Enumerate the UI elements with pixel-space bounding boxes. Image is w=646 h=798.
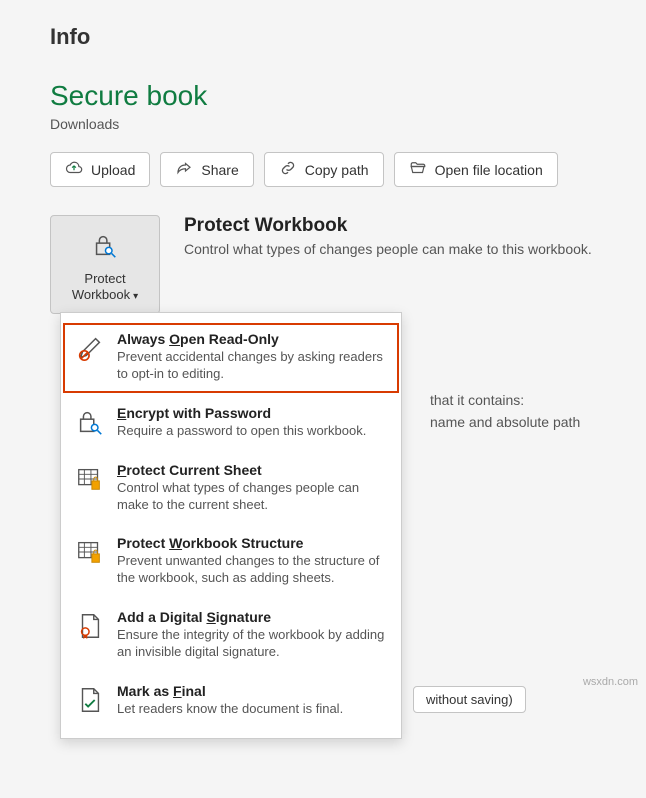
menu-item-title: Always Open Read-Only [117, 331, 387, 347]
lock-key-icon [90, 230, 120, 265]
page-title: Info [50, 24, 646, 50]
folder-open-icon [409, 159, 427, 180]
open-location-button[interactable]: Open file location [394, 152, 558, 187]
menu-item-mark-as-final[interactable]: Mark as Final Let readers know the docume… [61, 673, 401, 730]
background-text-1: that it contains: [430, 392, 524, 408]
share-label: Share [201, 162, 238, 178]
document-check-icon [75, 685, 105, 715]
menu-item-desc: Prevent accidental changes by asking rea… [117, 349, 387, 383]
open-location-label: Open file location [435, 162, 543, 178]
share-icon [175, 159, 193, 180]
background-text-2: name and absolute path [430, 414, 580, 430]
menu-item-always-open-read-only[interactable]: Always Open Read-Only Prevent accidental … [61, 321, 401, 395]
menu-item-add-digital-signature[interactable]: Add a Digital Signature Ensure the integr… [61, 599, 401, 673]
protect-workbook-row: Protect Workbook▾ Protect Workbook Contr… [50, 215, 646, 314]
menu-item-title: Protect Current Sheet [117, 462, 387, 478]
menu-item-title: Mark as Final [117, 683, 343, 699]
protect-workbook-description: Protect Workbook Control what types of c… [184, 215, 592, 257]
sheet-lock-icon [75, 537, 105, 567]
protect-workbook-button[interactable]: Protect Workbook▾ [50, 215, 160, 314]
action-row: Upload Share Copy path Open file locatio… [50, 152, 646, 187]
upload-label: Upload [91, 162, 135, 178]
watermark: wsxdn.com [583, 676, 638, 688]
menu-item-desc: Ensure the integrity of the workbook by … [117, 627, 387, 661]
menu-item-title: Encrypt with Password [117, 405, 366, 421]
sheet-lock-icon [75, 464, 105, 494]
document-ribbon-icon [75, 611, 105, 641]
menu-item-title: Add a Digital Signature [117, 609, 387, 625]
menu-item-title: Protect Workbook Structure [117, 535, 387, 551]
protect-workbook-label: Protect Workbook▾ [57, 271, 153, 303]
document-title: Secure book [50, 80, 646, 112]
link-icon [279, 159, 297, 180]
menu-item-encrypt-with-password[interactable]: Encrypt with Password Require a password … [61, 395, 401, 452]
upload-button[interactable]: Upload [50, 152, 150, 187]
copy-path-button[interactable]: Copy path [264, 152, 384, 187]
menu-item-desc: Let readers know the document is final. [117, 701, 343, 718]
close-without-saving-button[interactable]: without saving) [413, 686, 526, 713]
protect-workbook-menu: Always Open Read-Only Prevent accidental … [60, 312, 402, 739]
menu-item-protect-current-sheet[interactable]: Protect Current Sheet Control what types … [61, 452, 401, 526]
chevron-down-icon: ▾ [133, 291, 138, 302]
copy-path-label: Copy path [305, 162, 369, 178]
menu-item-protect-workbook-structure[interactable]: Protect Workbook Structure Prevent unwant… [61, 525, 401, 599]
share-button[interactable]: Share [160, 152, 253, 187]
menu-item-desc: Control what types of changes people can… [117, 480, 387, 514]
menu-item-desc: Prevent unwanted changes to the structur… [117, 553, 387, 587]
lock-key-icon [75, 407, 105, 437]
protect-heading: Protect Workbook [184, 215, 592, 237]
document-location: Downloads [50, 116, 646, 132]
protect-text: Control what types of changes people can… [184, 241, 592, 257]
menu-item-desc: Require a password to open this workbook… [117, 423, 366, 440]
pencil-no-icon [75, 333, 105, 363]
cloud-upload-icon [65, 159, 83, 180]
